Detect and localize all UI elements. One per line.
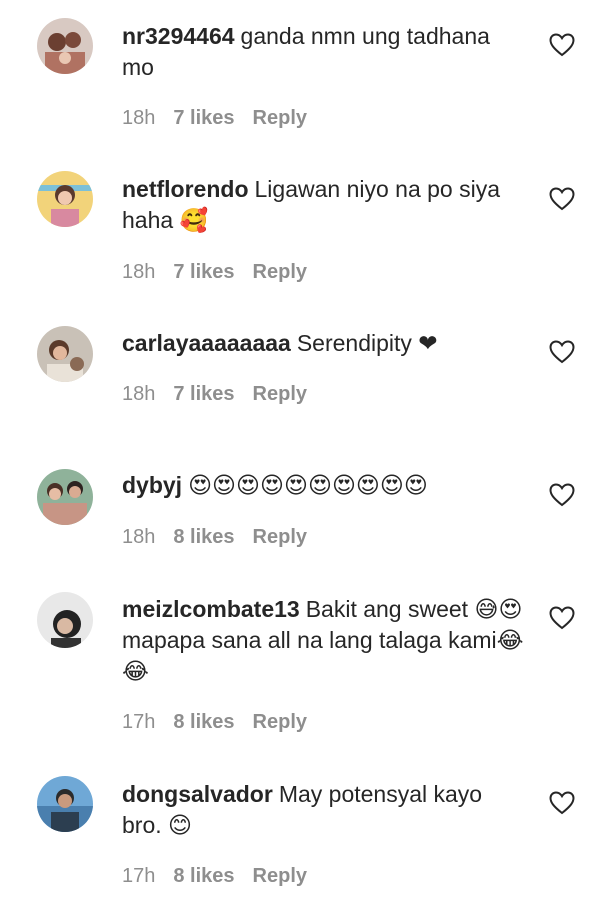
avatar[interactable] — [37, 469, 93, 525]
reply-button[interactable]: Reply — [253, 526, 307, 548]
avatar[interactable] — [37, 18, 93, 74]
comment-meta: 18h 8 likes Reply — [122, 526, 307, 549]
heart-outline-icon[interactable] — [549, 791, 575, 815]
comment-username[interactable]: netflorendo — [122, 176, 249, 202]
comment-meta: 17h 8 likes Reply — [122, 711, 307, 734]
heart-outline-icon[interactable] — [549, 606, 575, 630]
avatar[interactable] — [37, 592, 93, 648]
heart-outline-icon[interactable] — [549, 340, 575, 364]
reply-button[interactable]: Reply — [253, 865, 307, 887]
comment-username[interactable]: nr3294464 — [122, 23, 235, 49]
comment-meta: 18h 7 likes Reply — [122, 383, 307, 406]
comment-username[interactable]: dongsalvador — [122, 781, 273, 807]
heart-outline-icon[interactable] — [549, 33, 575, 57]
comment-meta: 18h 7 likes Reply — [122, 107, 307, 130]
comment-likes[interactable]: 7 likes — [173, 383, 234, 405]
comment-likes[interactable]: 8 likes — [173, 526, 234, 548]
comment-time[interactable]: 18h — [122, 526, 155, 548]
comment-text-block: nr3294464 ganda nmn ung tadhana mo — [122, 21, 527, 83]
comment-username[interactable]: meizlcombate13 — [122, 596, 300, 622]
comment-username[interactable]: dybyj — [122, 472, 182, 498]
reply-button[interactable]: Reply — [253, 261, 307, 283]
heart-outline-icon[interactable] — [549, 483, 575, 507]
comment-likes[interactable]: 7 likes — [173, 261, 234, 283]
comment-text-block: dybyj 😍😍😍😍😍😍😍😍😍😍 — [122, 470, 527, 502]
avatar[interactable] — [37, 326, 93, 382]
comment-likes[interactable]: 8 likes — [173, 711, 234, 733]
comment-text: Serendipity ❤ — [296, 330, 438, 356]
comment-meta: 17h 8 likes Reply — [122, 865, 307, 888]
comment-username[interactable]: carlayaaaaaaaa — [122, 330, 291, 356]
reply-button[interactable]: Reply — [253, 107, 307, 129]
comment-text-block: meizlcombate13 Bakit ang sweet 😅😍mapapa s… — [122, 594, 527, 687]
comment-time[interactable]: 17h — [122, 865, 155, 887]
comment-text-block: netflorendo Ligawan niyo na po siya haha … — [122, 174, 527, 236]
avatar[interactable] — [37, 171, 93, 227]
comment-text-block: dongsalvador May potensyal kayo bro. 😊 — [122, 779, 527, 841]
comment-likes[interactable]: 7 likes — [173, 107, 234, 129]
comment-text: 😍😍😍😍😍😍😍😍😍😍 — [188, 473, 428, 499]
comment-likes[interactable]: 8 likes — [173, 865, 234, 887]
avatar[interactable] — [37, 776, 93, 832]
comment-time[interactable]: 18h — [122, 107, 155, 129]
comment-time[interactable]: 17h — [122, 711, 155, 733]
comment-text-block: carlayaaaaaaaa Serendipity ❤ — [122, 328, 527, 359]
comment-time[interactable]: 18h — [122, 261, 155, 283]
heart-outline-icon[interactable] — [549, 187, 575, 211]
reply-button[interactable]: Reply — [253, 383, 307, 405]
comment-meta: 18h 7 likes Reply — [122, 261, 307, 284]
comment-time[interactable]: 18h — [122, 383, 155, 405]
reply-button[interactable]: Reply — [253, 711, 307, 733]
